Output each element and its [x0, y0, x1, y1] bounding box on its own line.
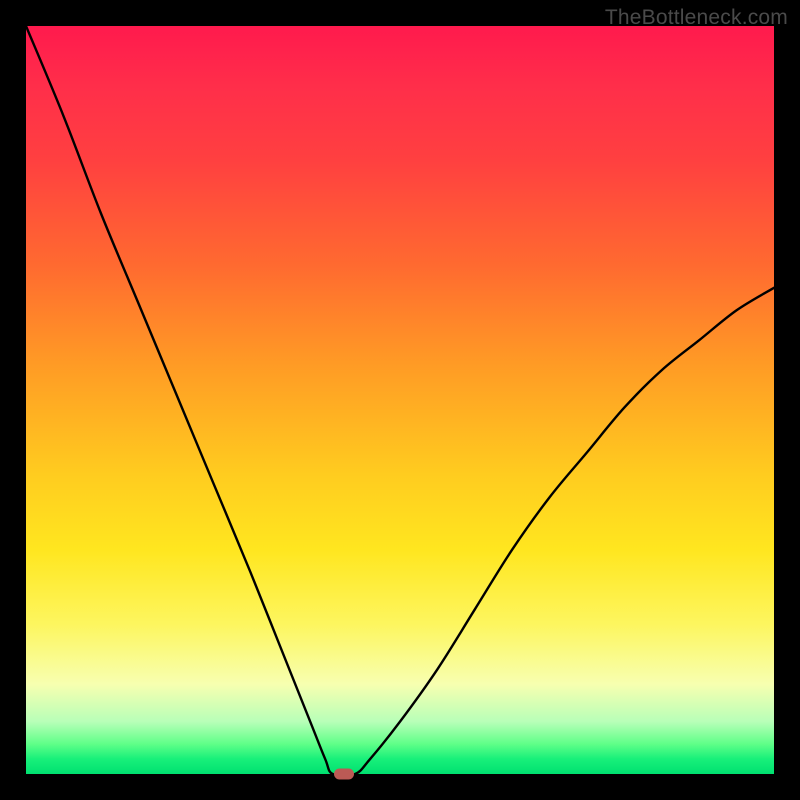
bottleneck-curve-path — [26, 26, 774, 774]
optimal-marker — [334, 769, 354, 780]
plot-background — [26, 26, 774, 774]
curve-svg — [26, 26, 774, 774]
watermark-text: TheBottleneck.com — [605, 6, 788, 30]
chart-frame: TheBottleneck.com — [0, 0, 800, 800]
